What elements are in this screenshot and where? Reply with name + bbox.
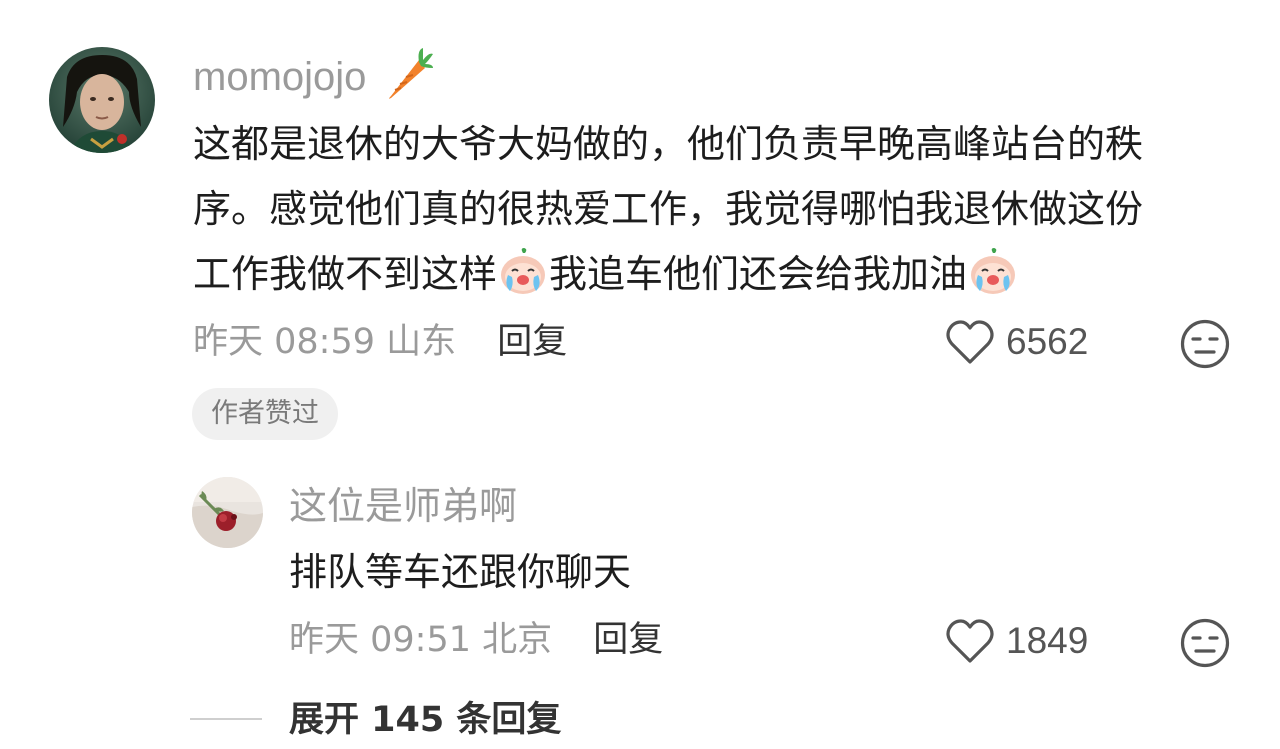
- comment-location: 山东: [386, 322, 457, 362]
- like-button[interactable]: 6562: [944, 318, 1088, 366]
- meh-face-icon[interactable]: [1179, 318, 1231, 370]
- avatar[interactable]: [49, 47, 155, 153]
- crying-face-icon: [971, 248, 1016, 294]
- heart-outline-icon: [946, 320, 994, 364]
- divider: [190, 718, 262, 720]
- reply-username[interactable]: 这位是师弟啊: [289, 483, 517, 529]
- reply-location: 北京: [482, 620, 553, 660]
- reply-button[interactable]: 回复: [497, 322, 567, 362]
- comment-thread: momojojo 这都是退休的大爷大妈做的，他们负责早晚高峰站台的秩 序。感觉他…: [0, 0, 1280, 749]
- reply-time: 昨天 09:51: [289, 620, 471, 660]
- like-button[interactable]: 1849: [944, 617, 1088, 665]
- reply-button[interactable]: 回复: [593, 620, 663, 660]
- reply-meta: 昨天 09:51 北京 回复: [289, 618, 663, 662]
- comment-line-with-emoji: 工作我做不到这样 我追车他们还会给我加油: [193, 242, 1238, 307]
- comment-text: 这都是退休的大爷大妈做的，他们负责早晚高峰站台的秩 序。感觉他们真的很热爱工作，…: [193, 112, 1238, 307]
- crying-face-icon: [501, 248, 546, 294]
- expand-replies-button[interactable]: 展开 145 条回复: [289, 698, 561, 742]
- carrot-icon: [383, 46, 435, 106]
- comment-line: 这都是退休的大爷大妈做的，他们负责早晚高峰站台的秩: [193, 122, 1144, 166]
- comment-line: 序。感觉他们真的很热爱工作，我觉得哪怕我退休做这份: [193, 187, 1144, 231]
- comment-time: 昨天 08:59: [193, 322, 375, 362]
- like-count: 1849: [1006, 620, 1089, 661]
- like-count: 6562: [1006, 321, 1089, 362]
- reply-text: 排队等车还跟你聊天: [289, 550, 632, 594]
- comment-meta: 昨天 08:59 山东 回复: [193, 320, 567, 364]
- author-liked-badge: 作者赞过: [192, 388, 338, 440]
- avatar[interactable]: [192, 477, 263, 548]
- meh-face-icon[interactable]: [1179, 617, 1231, 669]
- heart-outline-icon: [946, 619, 994, 663]
- username[interactable]: momojojo: [193, 53, 366, 101]
- comment-segment: 我追车他们还会给我加油: [549, 252, 968, 296]
- comment-segment: 工作我做不到这样: [193, 252, 498, 296]
